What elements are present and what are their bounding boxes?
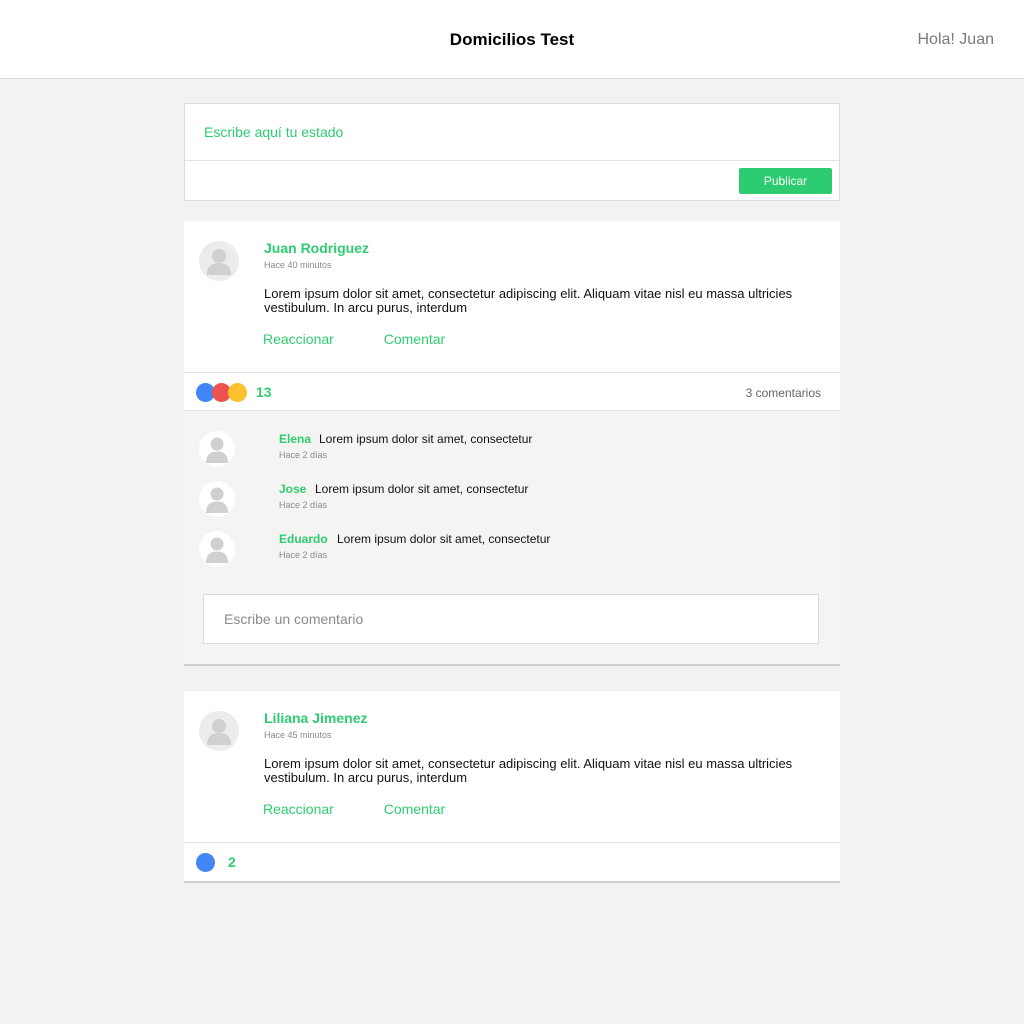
status-composer: Publicar	[184, 103, 840, 201]
comment-author[interactable]: Eduardo	[279, 532, 328, 546]
comment-author[interactable]: Jose	[279, 482, 306, 496]
avatar[interactable]	[199, 481, 235, 517]
user-silhouette-icon	[206, 437, 228, 463]
avatar[interactable]	[199, 531, 235, 567]
avatar[interactable]	[199, 241, 239, 281]
comment-text: Lorem ipsum dolor sit amet, consectetur	[315, 482, 529, 496]
comment-item: Jose Lorem ipsum dolor sit amet, consect…	[184, 481, 840, 521]
user-silhouette-icon	[206, 487, 228, 513]
comment-text: Lorem ipsum dolor sit amet, consectetur	[319, 432, 533, 446]
reaction-blue-icon	[196, 853, 215, 872]
post-stats: 2	[184, 842, 840, 880]
post-actions: Reaccionar Comentar	[263, 801, 445, 817]
comments-section: Elena Lorem ipsum dolor sit amet, consec…	[184, 410, 840, 664]
post-time: Hace 40 minutos	[264, 260, 332, 270]
avatar[interactable]	[199, 431, 235, 467]
reaction-count: 13	[256, 384, 272, 400]
comment-author[interactable]: Elena	[279, 432, 311, 446]
comment-input[interactable]	[203, 594, 819, 644]
publish-button[interactable]: Publicar	[739, 168, 832, 194]
app-title: Domicilios Test	[449, 30, 575, 49]
user-silhouette-icon	[207, 719, 231, 745]
comment-item: Eduardo Lorem ipsum dolor sit amet, cons…	[184, 531, 840, 571]
user-greeting[interactable]: Hola! Juan	[918, 31, 995, 49]
comment-text: Lorem ipsum dolor sit amet, consectetur	[337, 532, 551, 546]
post-body: Lorem ipsum dolor sit amet, consectetur …	[264, 286, 793, 315]
comment-button[interactable]: Comentar	[384, 331, 445, 347]
status-input[interactable]	[185, 104, 839, 161]
post-card: Liliana Jimenez Hace 45 minutos Lorem ip…	[184, 691, 840, 881]
reaction-count: 2	[228, 854, 236, 870]
comment-time: Hace 2 días	[279, 500, 328, 510]
user-silhouette-icon	[206, 537, 228, 563]
post-author[interactable]: Juan Rodriguez	[264, 240, 369, 256]
comment-time: Hace 2 días	[279, 550, 328, 560]
comment-button[interactable]: Comentar	[384, 801, 445, 817]
avatar[interactable]	[199, 711, 239, 751]
top-bar: Domicilios Test Hola! Juan	[0, 0, 1024, 79]
reaction-yellow-icon	[228, 383, 247, 402]
react-button[interactable]: Reaccionar	[263, 331, 334, 347]
user-silhouette-icon	[207, 249, 231, 275]
post-time: Hace 45 minutos	[264, 730, 332, 740]
post-stats: 13 3 comentarios	[184, 372, 840, 410]
comment-time: Hace 2 días	[279, 450, 328, 460]
post-body: Lorem ipsum dolor sit amet, consectetur …	[264, 756, 793, 785]
comment-item: Elena Lorem ipsum dolor sit amet, consec…	[184, 431, 840, 471]
react-button[interactable]: Reaccionar	[263, 801, 334, 817]
post-actions: Reaccionar Comentar	[263, 331, 445, 347]
comments-count[interactable]: 3 comentarios	[746, 386, 821, 400]
post-author[interactable]: Liliana Jimenez	[264, 710, 367, 726]
post-card: Juan Rodriguez Hace 40 minutos Lorem ips…	[184, 221, 840, 664]
